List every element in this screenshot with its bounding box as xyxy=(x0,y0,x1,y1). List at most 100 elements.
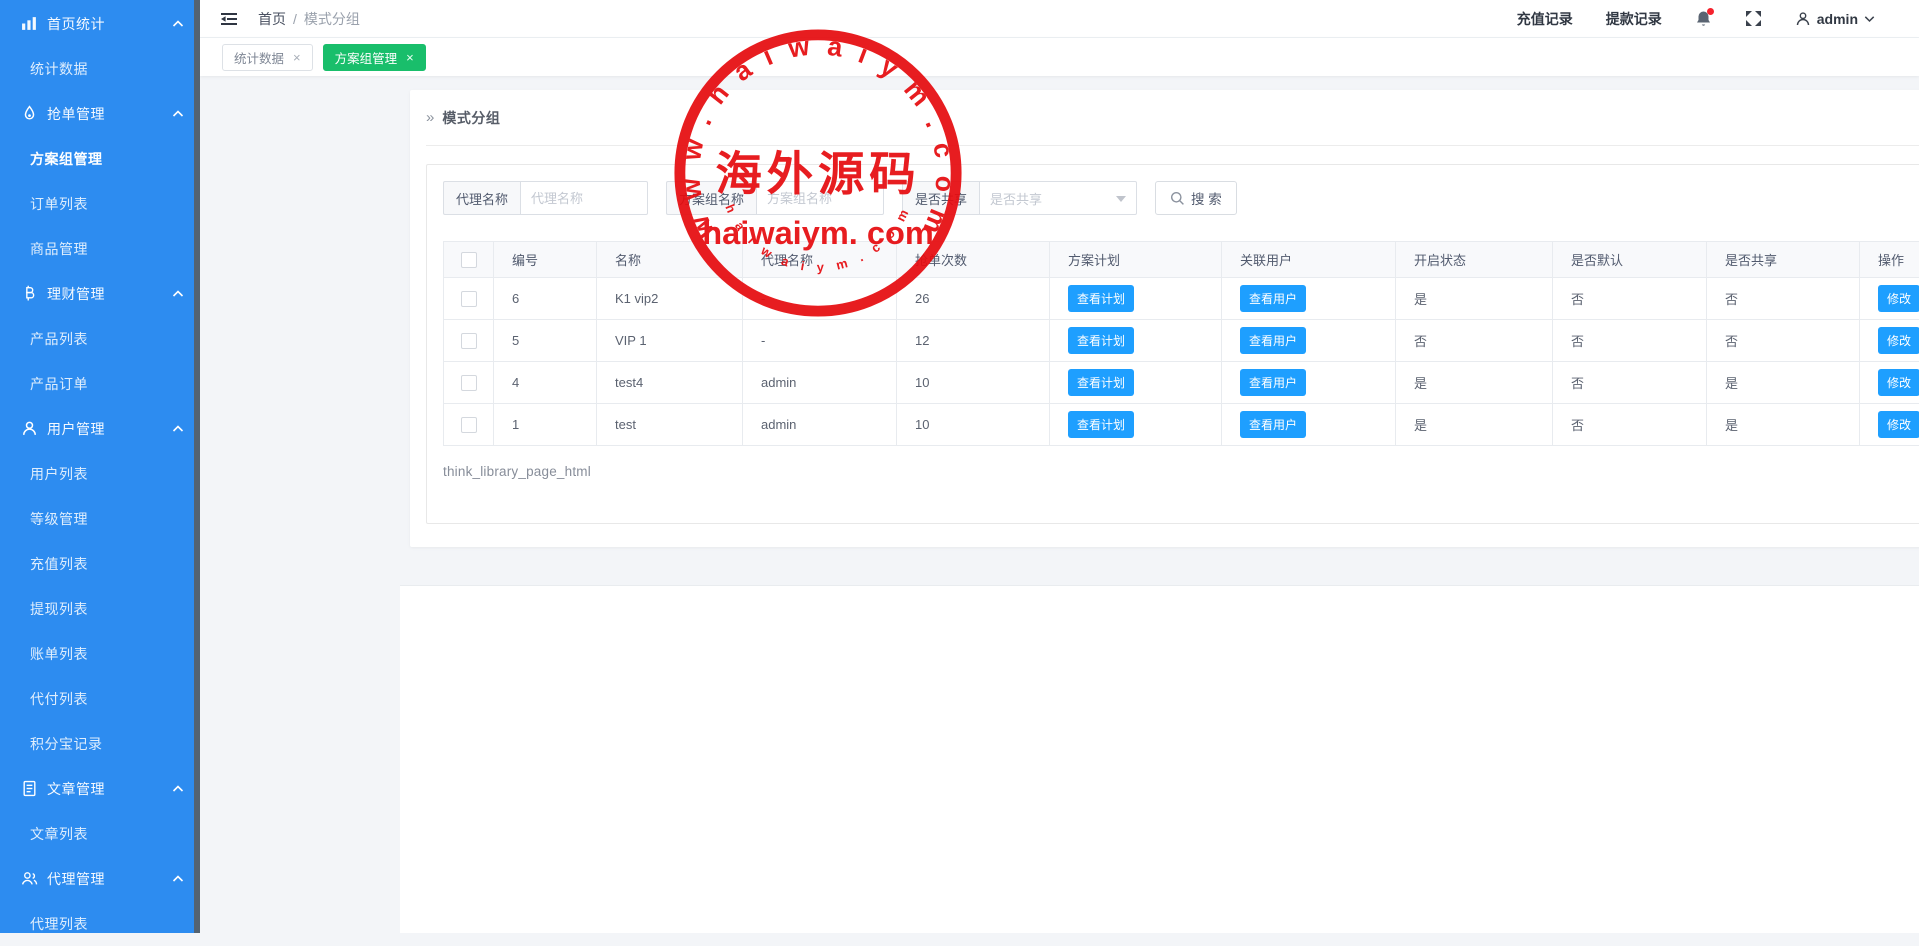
view-users-button[interactable]: 查看用户 xyxy=(1240,369,1306,396)
tab-plan-group-mgmt[interactable]: 方案组管理 × xyxy=(323,44,426,71)
shared-field: 是否共享 是否共享 xyxy=(902,181,1137,215)
sidebar-item-stats-data[interactable]: 统计数据 xyxy=(0,46,200,91)
close-icon[interactable]: × xyxy=(293,51,301,64)
table-header-row: 编号 名称 代理名称 抢单次数 方案计划 关联用户 开启状态 是否默认 是否共享… xyxy=(444,242,1919,278)
page-title: 模式分组 xyxy=(442,108,500,128)
view-users-button[interactable]: 查看用户 xyxy=(1240,285,1306,312)
agent-name-input[interactable] xyxy=(520,181,648,215)
breadcrumb-current: 模式分组 xyxy=(304,9,360,29)
topbar-actions: 充值记录 提款记录 admin xyxy=(1517,9,1875,29)
edit-button[interactable]: 修改 xyxy=(1878,285,1919,312)
sidebar-group-label: 首页统计 xyxy=(47,14,105,34)
sidebar-item-bill-list[interactable]: 账单列表 xyxy=(0,631,200,676)
sidebar-item-agent-list[interactable]: 代理列表 xyxy=(0,901,200,946)
breadcrumb-separator: / xyxy=(293,11,297,27)
col-grab-count: 抢单次数 xyxy=(897,242,1050,278)
recharge-records-link[interactable]: 充值记录 xyxy=(1517,9,1573,29)
sidebar-item-product-mgmt[interactable]: 商品管理 xyxy=(0,226,200,271)
bell-icon[interactable] xyxy=(1695,10,1712,28)
view-plan-button[interactable]: 查看计划 xyxy=(1068,327,1134,354)
sidebar-menu: 首页统计 统计数据 抢单管理 方案组管理 订单列表 商品管理 xyxy=(0,0,200,946)
row-checkbox[interactable] xyxy=(461,417,477,433)
table-row: 5 VIP 1 - 12 查看计划 查看用户 否 否 否 修改 删除 xyxy=(444,320,1919,362)
edit-button[interactable]: 修改 xyxy=(1878,369,1919,396)
sidebar-scrollbar[interactable] xyxy=(194,0,200,933)
sidebar-group-label: 理财管理 xyxy=(47,284,105,304)
bottom-panel xyxy=(400,585,1919,933)
sidebar-group-grab-orders[interactable]: 抢单管理 xyxy=(0,91,200,136)
sidebar-group-home-stats[interactable]: 首页统计 xyxy=(0,1,200,46)
row-checkbox[interactable] xyxy=(461,333,477,349)
close-icon[interactable]: × xyxy=(406,51,414,64)
sidebar-item-withdraw-list[interactable]: 提现列表 xyxy=(0,586,200,631)
collapse-menu-icon[interactable] xyxy=(220,11,238,27)
sidebar-group-label: 代理管理 xyxy=(47,869,105,889)
notification-dot xyxy=(1707,8,1714,15)
fullscreen-icon[interactable] xyxy=(1745,10,1762,27)
select-all-checkbox[interactable] xyxy=(461,252,477,268)
bar-chart-icon xyxy=(21,15,38,32)
col-plan: 方案计划 xyxy=(1050,242,1222,278)
table-row: 6 K1 vip2 - 26 查看计划 查看用户 是 否 否 修改 删除 xyxy=(444,278,1919,320)
sidebar-group-label: 用户管理 xyxy=(47,419,105,439)
col-actions: 操作 xyxy=(1860,242,1919,278)
chevron-up-icon xyxy=(172,784,184,794)
sidebar-item-user-list[interactable]: 用户列表 xyxy=(0,451,200,496)
view-plan-button[interactable]: 查看计划 xyxy=(1068,369,1134,396)
col-default: 是否默认 xyxy=(1553,242,1707,278)
sidebar-group-articles[interactable]: 文章管理 xyxy=(0,766,200,811)
tab-bar: 统计数据 × 方案组管理 × xyxy=(200,38,1919,76)
content-card: » 模式分组 添加 代理名称 方案组名称 是否共享 是否共享 xyxy=(410,90,1919,547)
edit-button[interactable]: 修改 xyxy=(1878,327,1919,354)
sidebar-item-points-records[interactable]: 积分宝记录 xyxy=(0,721,200,766)
template-note: think_library_page_html xyxy=(443,464,1919,479)
sidebar-item-recharge-list[interactable]: 充值列表 xyxy=(0,541,200,586)
sidebar-group-agents[interactable]: 代理管理 xyxy=(0,856,200,901)
sidebar-group-finance[interactable]: 理财管理 xyxy=(0,271,200,316)
breadcrumb-home[interactable]: 首页 xyxy=(258,9,286,29)
sidebar-item-product-orders[interactable]: 产品订单 xyxy=(0,361,200,406)
col-name: 名称 xyxy=(597,242,743,278)
double-chevron-icon: » xyxy=(426,109,434,126)
chevron-up-icon xyxy=(172,109,184,119)
shared-label: 是否共享 xyxy=(902,181,979,215)
withdraw-records-link[interactable]: 提款记录 xyxy=(1606,9,1662,29)
shared-select[interactable]: 是否共享 xyxy=(979,181,1137,215)
col-users: 关联用户 xyxy=(1222,242,1396,278)
view-users-button[interactable]: 查看用户 xyxy=(1240,411,1306,438)
sidebar-item-plan-group-mgmt[interactable]: 方案组管理 xyxy=(0,136,200,181)
sidebar-item-payment-list[interactable]: 代付列表 xyxy=(0,676,200,721)
view-plan-button[interactable]: 查看计划 xyxy=(1068,285,1134,312)
tab-stats-data[interactable]: 统计数据 × xyxy=(222,44,313,71)
caret-down-icon xyxy=(1116,196,1126,207)
sidebar-item-order-list[interactable]: 订单列表 xyxy=(0,181,200,226)
agent-name-field: 代理名称 xyxy=(443,181,648,215)
main-area: 首页 / 模式分组 充值记录 提款记录 admin 统计数据 × xyxy=(200,0,1919,933)
view-users-button[interactable]: 查看用户 xyxy=(1240,327,1306,354)
view-plan-button[interactable]: 查看计划 xyxy=(1068,411,1134,438)
search-button[interactable]: 搜 索 xyxy=(1155,181,1237,215)
chevron-down-icon xyxy=(1864,15,1875,23)
group-name-field: 方案组名称 xyxy=(666,181,884,215)
sidebar-item-product-list[interactable]: 产品列表 xyxy=(0,316,200,361)
sidebar-group-users[interactable]: 用户管理 xyxy=(0,406,200,451)
page-header: » 模式分组 添加 xyxy=(426,90,1919,146)
username: admin xyxy=(1817,11,1858,27)
sidebar-item-level-mgmt[interactable]: 等级管理 xyxy=(0,496,200,541)
sidebar-group-label: 抢单管理 xyxy=(47,104,105,124)
user-menu[interactable]: admin xyxy=(1795,11,1875,27)
search-icon xyxy=(1170,191,1185,206)
person-icon xyxy=(1795,11,1811,27)
row-checkbox[interactable] xyxy=(461,375,477,391)
sidebar: 首页统计 统计数据 抢单管理 方案组管理 订单列表 商品管理 xyxy=(0,0,200,933)
edit-button[interactable]: 修改 xyxy=(1878,411,1919,438)
row-checkbox[interactable] xyxy=(461,291,477,307)
sidebar-item-article-list[interactable]: 文章列表 xyxy=(0,811,200,856)
col-shared: 是否共享 xyxy=(1707,242,1860,278)
table-row: 1 test admin 10 查看计划 查看用户 是 否 是 修改 删除 xyxy=(444,404,1919,446)
group-name-label: 方案组名称 xyxy=(666,181,756,215)
chevron-up-icon xyxy=(172,289,184,299)
sidebar-group-label: 文章管理 xyxy=(47,779,105,799)
chevron-up-icon xyxy=(172,424,184,434)
group-name-input[interactable] xyxy=(756,181,884,215)
